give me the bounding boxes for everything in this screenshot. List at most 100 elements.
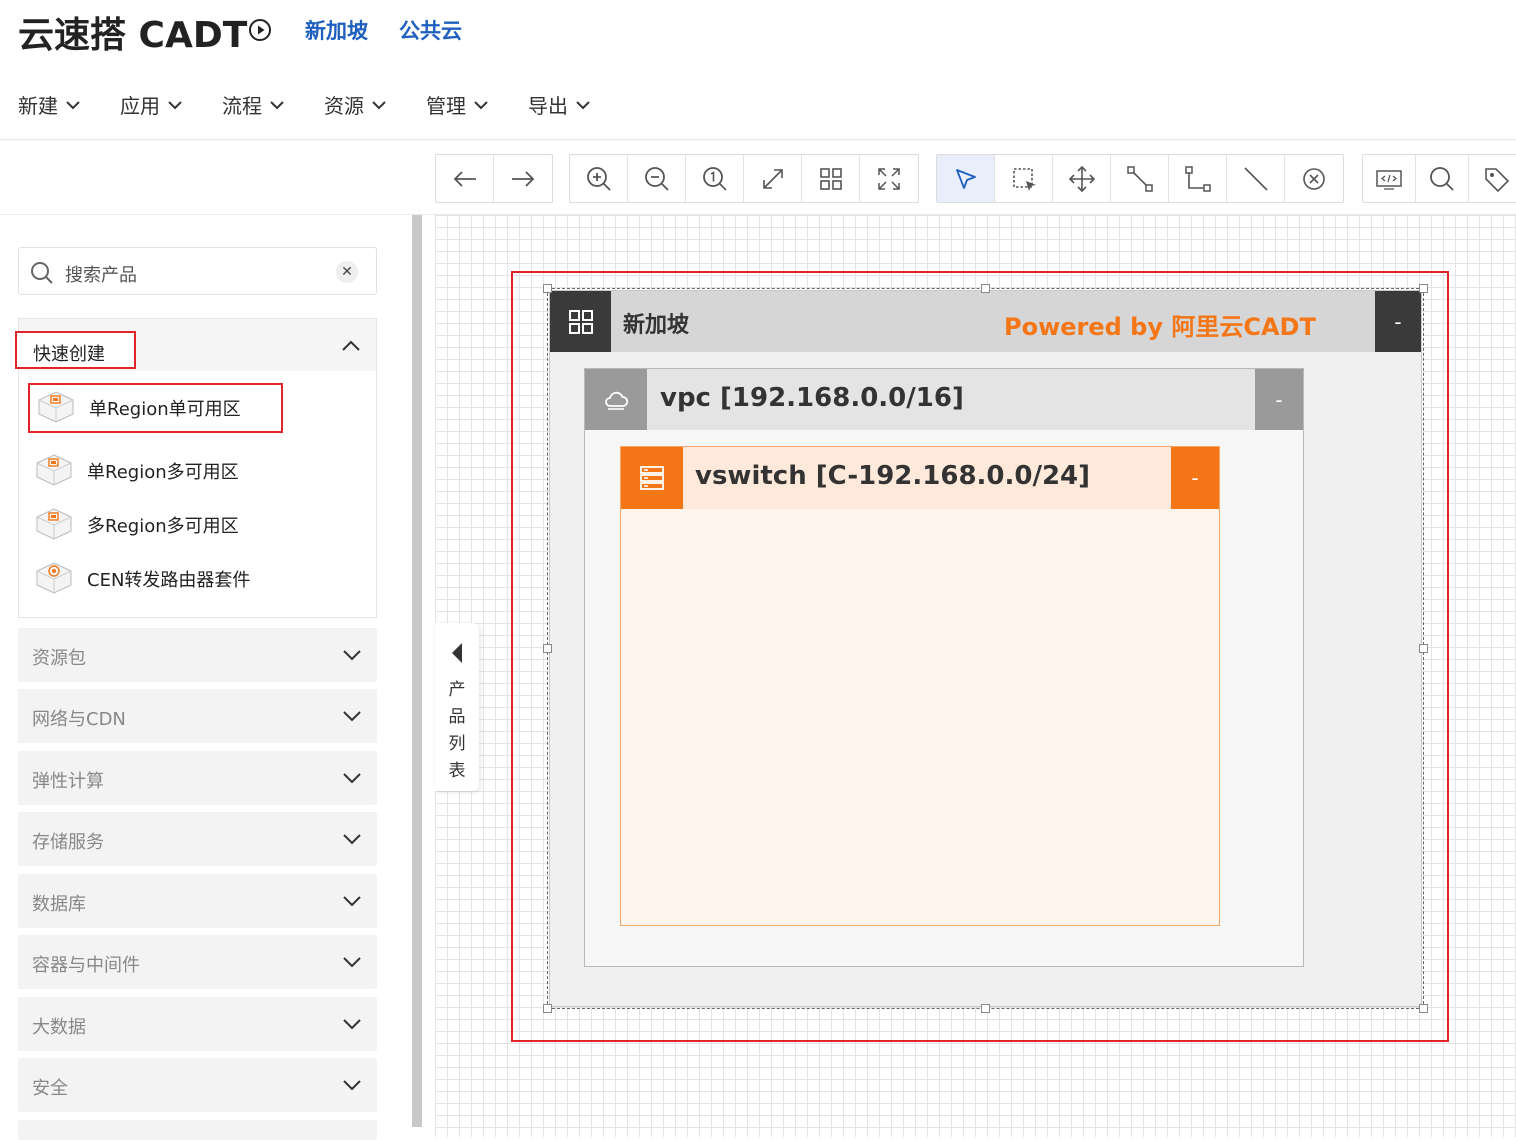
quick-create-header[interactable]: 快速创建 — [15, 319, 376, 371]
redo-button[interactable] — [494, 155, 552, 202]
menu-process[interactable]: 流程 — [222, 90, 286, 119]
menu-resource[interactable]: 资源 — [324, 90, 388, 119]
category-label: 数据库 — [32, 894, 86, 915]
resize-handle[interactable] — [1419, 284, 1428, 293]
resize-handle[interactable] — [543, 284, 552, 293]
zoom-group — [569, 154, 919, 203]
product-list-label: 产 品 列 表 — [448, 677, 466, 785]
menu-export[interactable]: 导出 — [528, 90, 592, 119]
zoom-in-button[interactable] — [570, 155, 628, 202]
cancel-tool[interactable] — [1285, 155, 1343, 202]
template-cube-icon — [38, 391, 74, 423]
history-group — [435, 154, 553, 203]
quick-item-cen-router-kit[interactable]: CEN转发路由器套件 — [33, 554, 250, 604]
cloud-type-link[interactable]: 公共云 — [399, 15, 462, 45]
category-container-middleware[interactable]: 容器与中间件 — [18, 935, 377, 989]
zoom-out-icon — [644, 166, 669, 191]
label-char: 列 — [448, 734, 466, 754]
code-button[interactable] — [1363, 155, 1417, 202]
chevron-down-icon — [343, 957, 361, 968]
play-icon[interactable] — [248, 18, 272, 42]
region-link[interactable]: 新加坡 — [305, 15, 368, 45]
category-network-cdn[interactable]: 网络与CDN — [18, 689, 377, 743]
edit-tools-group — [936, 154, 1344, 203]
zoom-in-icon — [586, 166, 611, 191]
product-search-input[interactable]: 搜索产品 ✕ — [18, 247, 377, 295]
product-list-toggle[interactable]: 产 品 列 表 — [435, 623, 479, 791]
move-tool[interactable] — [1053, 155, 1111, 202]
search-icon — [1430, 166, 1454, 191]
quick-item-multi-region-multi-zone[interactable]: 多Region多可用区 — [33, 500, 239, 550]
category-label: 安全 — [32, 1078, 68, 1099]
menu-bar: 新建 应用 流程 资源 管理 导出 — [0, 60, 1516, 140]
label-char: 表 — [448, 761, 466, 781]
chevron-down-icon — [343, 650, 361, 661]
menu-label: 应用 — [120, 94, 160, 118]
selection-outline — [547, 288, 1424, 1009]
undo-button[interactable] — [436, 155, 494, 202]
grid-button[interactable] — [802, 155, 860, 202]
category-storage[interactable]: 存储服务 — [18, 812, 377, 866]
category-database[interactable]: 数据库 — [18, 874, 377, 928]
tag-button[interactable] — [1469, 155, 1516, 202]
elbow-connector-icon — [1184, 165, 1211, 192]
connector-icon — [1126, 165, 1153, 192]
elbow-connector-tool[interactable] — [1169, 155, 1227, 202]
cancel-icon — [1303, 167, 1325, 190]
resize-handle[interactable] — [543, 644, 552, 653]
chevron-down-icon — [168, 100, 182, 109]
category-label: 网络与CDN — [32, 709, 126, 730]
expand-icon — [762, 168, 783, 189]
zoom-reset-button[interactable] — [686, 155, 744, 202]
quick-item-label: 单Region单可用区 — [89, 399, 241, 420]
pointer-tool[interactable] — [937, 155, 995, 202]
resize-handle[interactable] — [981, 1004, 990, 1013]
code-icon — [1376, 169, 1402, 190]
resize-handle[interactable] — [543, 1004, 552, 1013]
grid-icon — [819, 167, 842, 190]
chevron-down-icon — [343, 834, 361, 845]
menu-apply[interactable]: 应用 — [120, 90, 184, 119]
chevron-down-icon — [66, 100, 80, 109]
category-label: 资源包 — [32, 648, 86, 669]
quick-item-single-region-single-zone[interactable]: 单Region单可用区 — [28, 383, 283, 433]
quick-item-label: 单Region多可用区 — [87, 462, 239, 483]
arrow-right-icon — [512, 170, 535, 187]
line-icon — [1243, 166, 1268, 191]
category-more[interactable] — [18, 1120, 377, 1140]
zoom-out-button[interactable] — [628, 155, 686, 202]
resize-handle[interactable] — [1419, 644, 1428, 653]
arrow-left-icon — [453, 170, 476, 187]
label-char: 产 — [448, 680, 466, 700]
collapse-left-icon — [452, 643, 462, 663]
search-button[interactable] — [1416, 155, 1470, 202]
line-tool[interactable] — [1227, 155, 1285, 202]
category-elastic-compute[interactable]: 弹性计算 — [18, 751, 377, 805]
sidebar-scrollbar[interactable] — [412, 215, 422, 1127]
fullscreen-icon — [878, 167, 900, 190]
quick-item-single-region-multi-zone[interactable]: 单Region多可用区 — [33, 446, 239, 496]
category-security[interactable]: 安全 — [18, 1058, 377, 1112]
chevron-down-icon — [343, 1019, 361, 1030]
chevron-down-icon — [343, 1080, 361, 1091]
resize-handle[interactable] — [981, 284, 990, 293]
product-sidebar: 搜索产品 ✕ 快速创建 单Region单可用区 单Region多可用区 多Reg… — [0, 215, 412, 1140]
expand-button[interactable] — [744, 155, 802, 202]
menu-label: 管理 — [426, 94, 466, 118]
template-cube-icon — [36, 508, 72, 540]
category-big-data[interactable]: 大数据 — [18, 997, 377, 1051]
menu-manage[interactable]: 管理 — [426, 90, 490, 119]
zoom-reset-icon — [702, 166, 727, 191]
pointer-icon — [955, 168, 976, 189]
chevron-up-icon[interactable] — [340, 335, 362, 357]
fullscreen-button[interactable] — [860, 155, 918, 202]
box-select-tool[interactable] — [995, 155, 1053, 202]
clear-search-button[interactable]: ✕ — [336, 261, 358, 283]
category-resource-pack[interactable]: 资源包 — [18, 628, 377, 682]
search-icon — [31, 262, 53, 284]
quick-create-panel: 快速创建 单Region单可用区 单Region多可用区 多Region多可用区… — [15, 318, 377, 618]
menu-label: 流程 — [222, 94, 262, 118]
connector-tool[interactable] — [1111, 155, 1169, 202]
resize-handle[interactable] — [1419, 1004, 1428, 1013]
menu-new[interactable]: 新建 — [18, 90, 82, 119]
